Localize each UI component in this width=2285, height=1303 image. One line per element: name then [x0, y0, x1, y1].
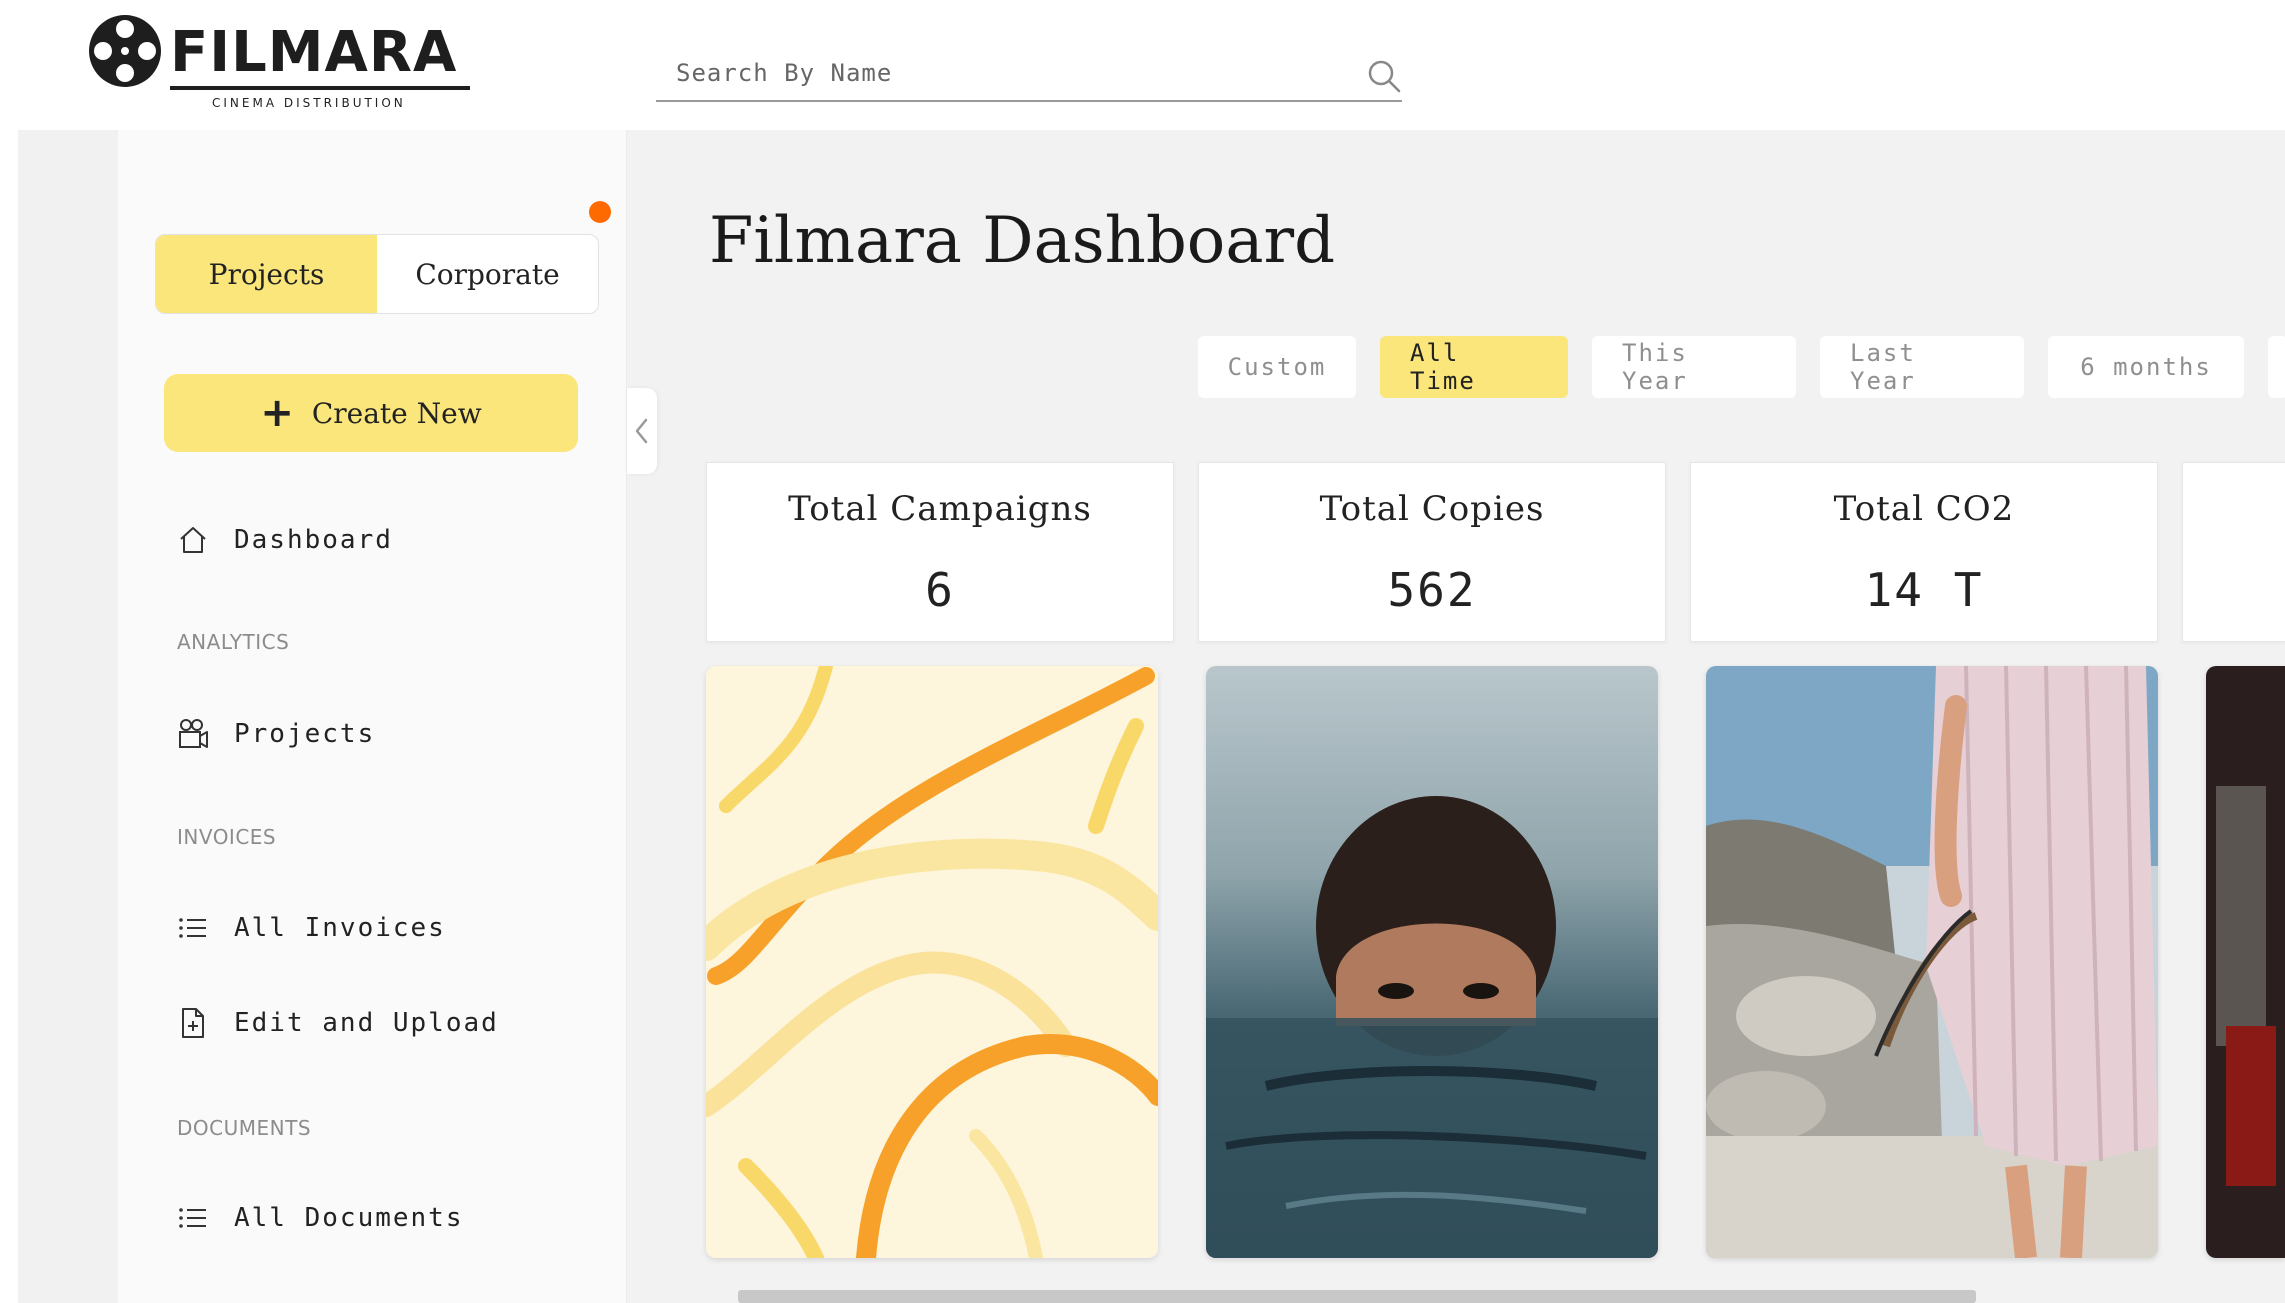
sidebar-item-all-invoices[interactable]: All Invoices [176, 906, 446, 950]
section-label-documents: DOCUMENTS [177, 1116, 312, 1140]
project-card-water[interactable] [1206, 666, 1658, 1258]
left-rail [18, 130, 118, 1303]
brand-logo[interactable]: FILMARA CINEMA DISTRIBUTION [86, 12, 476, 112]
toggle-corporate[interactable]: Corporate [377, 235, 598, 313]
sidebar-item-label: Dashboard [234, 525, 393, 555]
home-icon [180, 527, 206, 553]
filter-this-year[interactable]: This Year [1592, 336, 1796, 398]
project-card-beach[interactable] [1706, 666, 2158, 1258]
filter-more[interactable] [2268, 336, 2285, 398]
brand-tagline: CINEMA DISTRIBUTION [212, 96, 406, 110]
horizontal-scrollbar[interactable] [738, 1290, 1976, 1303]
search-icon[interactable] [1366, 58, 1402, 94]
section-label-invoices: INVOICES [177, 825, 277, 849]
list-icon [179, 1208, 206, 1228]
sidebar-item-label: All Invoices [234, 913, 446, 943]
create-new-button[interactable]: + Create New [164, 374, 578, 452]
brand-name: FILMARA [170, 20, 458, 85]
sidebar-item-projects[interactable]: Projects [176, 712, 375, 756]
abstract-brush-image [706, 666, 1158, 1258]
collapse-sidebar-button[interactable] [627, 388, 657, 474]
project-card-partial[interactable] [2206, 666, 2285, 1258]
filter-all-time[interactable]: All Time [1380, 336, 1568, 398]
list-icon [179, 918, 206, 938]
top-bar: FILMARA CINEMA DISTRIBUTION [0, 0, 2285, 130]
plus-icon: + [260, 390, 294, 436]
create-new-label: Create New [311, 396, 482, 430]
toggle-projects[interactable]: Projects [156, 235, 377, 313]
search-input[interactable] [656, 52, 1358, 94]
camera-icon [179, 719, 208, 748]
notification-dot [589, 201, 611, 223]
sidebar-item-edit-upload[interactable]: Edit and Upload [176, 1001, 499, 1045]
film-reel-icon [89, 15, 161, 87]
person-in-water-image [1206, 666, 1658, 1258]
beach-walk-image [1706, 666, 2158, 1258]
chevron-left-icon [635, 418, 648, 444]
stat-title: Total Copies [1319, 489, 1545, 529]
stat-title: Total CO2 [1833, 489, 2015, 529]
stat-card-partial [2182, 462, 2285, 642]
stat-value: 562 [1387, 563, 1477, 617]
filter-custom[interactable]: Custom [1198, 336, 1356, 398]
workspace-toggle: Projects Corporate [155, 234, 599, 314]
section-label-analytics: ANALYTICS [177, 630, 290, 654]
file-plus-icon [182, 1008, 204, 1038]
filter-last-year[interactable]: Last Year [1820, 336, 2024, 398]
stat-card-copies: Total Copies 562 [1198, 462, 1666, 642]
brand-divider [170, 86, 470, 90]
stat-value: 6 [925, 563, 955, 617]
sidebar-item-label: Edit and Upload [234, 1008, 499, 1038]
sidebar-item-all-documents[interactable]: All Documents [176, 1196, 464, 1240]
search-bar [656, 44, 1402, 102]
project-card-abstract[interactable] [706, 666, 1158, 1258]
stat-card-co2: Total CO2 14 T [1690, 462, 2158, 642]
page-title: Filmara Dashboard [709, 204, 1336, 278]
sidebar-item-label: All Documents [234, 1203, 464, 1233]
sidebar-item-label: Projects [234, 719, 376, 749]
dark-scene-image [2206, 666, 2285, 1258]
stat-value: 14 T [1864, 563, 1984, 617]
date-filter-group: Custom All Time This Year Last Year 6 mo… [1198, 336, 2285, 398]
stat-title: Total Campaigns [788, 489, 1092, 529]
stat-card-campaigns: Total Campaigns 6 [706, 462, 1174, 642]
filter-6-months[interactable]: 6 months [2048, 336, 2244, 398]
sidebar-item-dashboard[interactable]: Dashboard [176, 518, 393, 562]
